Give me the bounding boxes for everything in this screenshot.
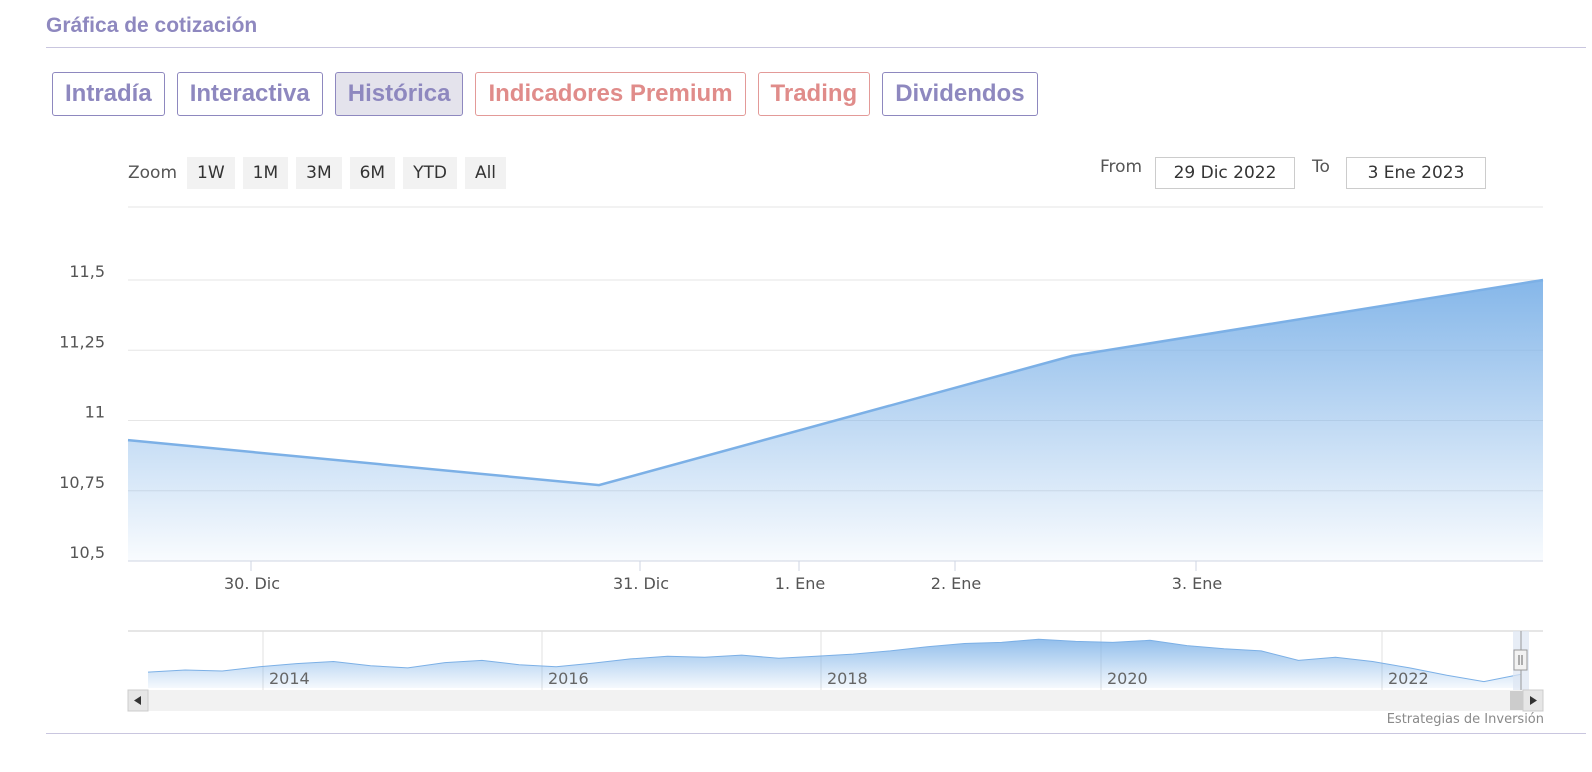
scrollbar-thumb[interactable] <box>1510 691 1524 710</box>
x-tick-label: 2. Ene <box>931 574 981 593</box>
navigator-handle[interactable] <box>1513 649 1528 671</box>
navigator-year-label: 2016 <box>548 669 589 688</box>
navigator-year-label: 2014 <box>269 669 310 688</box>
navigator-year-label: 2018 <box>827 669 868 688</box>
navigator-year-label: 2020 <box>1107 669 1148 688</box>
bottom-divider <box>46 733 1586 734</box>
x-tick-label: 3. Ene <box>1172 574 1222 593</box>
x-tick-label: 31. Dic <box>613 574 669 593</box>
y-tick-label: 11,5 <box>69 262 105 281</box>
x-tick-label: 30. Dic <box>224 574 280 593</box>
y-tick-label: 10,75 <box>59 473 105 492</box>
y-tick-label: 10,5 <box>69 543 105 562</box>
chart-credits[interactable]: Estrategias de Inversión <box>1387 712 1544 727</box>
y-tick-label: 11 <box>85 403 105 422</box>
navigator-year-label: 2022 <box>1388 669 1429 688</box>
y-tick-label: 11,25 <box>59 332 105 351</box>
price-chart: 10,5 10,75 11 11,25 11,5 30. Dic 31. Dic 1. En… <box>59 206 1544 712</box>
scrollbar-track[interactable] <box>128 690 1543 711</box>
x-tick-label: 1. Ene <box>775 574 825 593</box>
